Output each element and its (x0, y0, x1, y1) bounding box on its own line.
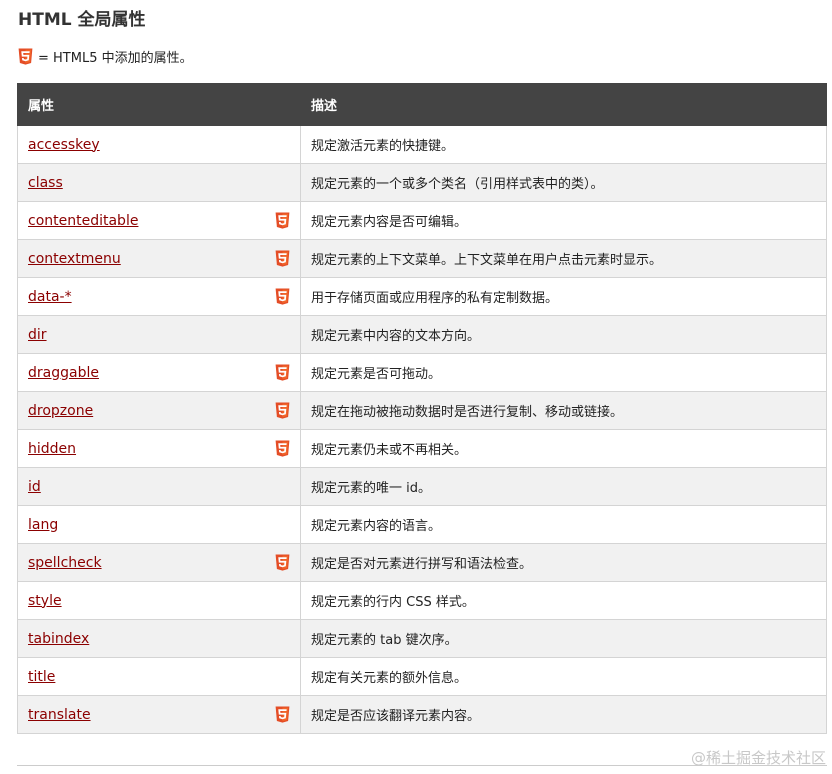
attribute-link-style[interactable]: style (28, 593, 62, 609)
attribute-link-hidden[interactable]: hidden (28, 441, 76, 457)
description-cell: 规定元素仍未或不再相关。 (300, 429, 827, 468)
attribute-cell: lang (17, 505, 301, 544)
page-title: HTML 全局属性 (18, 10, 146, 30)
column-header-attribute: 属性 (17, 83, 301, 126)
description-cell: 规定元素的行内 CSS 样式。 (300, 581, 827, 620)
table-row: tabindex 规定元素的 tab 键次序。 (17, 619, 827, 658)
attribute-link-dropzone[interactable]: dropzone (28, 403, 93, 419)
table-row: lang 规定元素内容的语言。 (17, 505, 827, 544)
description-cell: 规定元素中内容的文本方向。 (300, 315, 827, 354)
attribute-link-accesskey[interactable]: accesskey (28, 137, 100, 153)
html5-icon (275, 250, 290, 267)
attribute-link-dir[interactable]: dir (28, 327, 47, 343)
attribute-cell: translate (17, 695, 301, 734)
attribute-link-tabindex[interactable]: tabindex (28, 631, 89, 647)
table-row: hidden 规定元素仍未或不再相关。 (17, 429, 827, 468)
attribute-cell: style (17, 581, 301, 620)
description-cell: 规定是否对元素进行拼写和语法检查。 (300, 543, 827, 582)
html5-icon (275, 706, 290, 723)
description-cell: 规定元素的 tab 键次序。 (300, 619, 827, 658)
attribute-link-class[interactable]: class (28, 175, 63, 191)
attribute-cell: data-* (17, 277, 301, 316)
description-cell: 规定是否应该翻译元素内容。 (300, 695, 827, 734)
html5-icon (275, 554, 290, 571)
table-row: title 规定有关元素的额外信息。 (17, 657, 827, 696)
table-row: dir 规定元素中内容的文本方向。 (17, 315, 827, 354)
attribute-cell: contextmenu (17, 239, 301, 278)
description-cell: 规定元素内容的语言。 (300, 505, 827, 544)
attribute-link-lang[interactable]: lang (28, 517, 58, 533)
attribute-link-id[interactable]: id (28, 479, 41, 495)
html5-icon (275, 288, 290, 305)
attribute-cell: accesskey (17, 125, 301, 164)
description-cell: 规定元素的一个或多个类名（引用样式表中的类）。 (300, 163, 827, 202)
html5-legend: = HTML5 中添加的属性。 (18, 46, 193, 66)
legend-text: = HTML5 中添加的属性。 (38, 50, 193, 66)
table-row: contextmenu 规定元素的上下文菜单。上下文菜单在用户点击元素时显示。 (17, 239, 827, 278)
global-attributes-table: 属性 描述 accesskey 规定激活元素的快捷键。 class 规定元素的一… (17, 83, 827, 734)
attribute-cell: draggable (17, 353, 301, 392)
description-cell: 规定有关元素的额外信息。 (300, 657, 827, 696)
table-row: style 规定元素的行内 CSS 样式。 (17, 581, 827, 620)
description-cell: 规定在拖动被拖动数据时是否进行复制、移动或链接。 (300, 391, 827, 430)
html5-icon (275, 440, 290, 457)
attribute-link-title[interactable]: title (28, 669, 55, 685)
attribute-cell: spellcheck (17, 543, 301, 582)
attribute-link-contenteditable[interactable]: contenteditable (28, 213, 138, 229)
table-row: class 规定元素的一个或多个类名（引用样式表中的类）。 (17, 163, 827, 202)
table-row: draggable 规定元素是否可拖动。 (17, 353, 827, 392)
table-row: dropzone 规定在拖动被拖动数据时是否进行复制、移动或链接。 (17, 391, 827, 430)
attribute-cell: dir (17, 315, 301, 354)
table-row: accesskey 规定激活元素的快捷键。 (17, 125, 827, 164)
table-row: contenteditable 规定元素内容是否可编辑。 (17, 201, 827, 240)
attribute-cell: tabindex (17, 619, 301, 658)
description-cell: 规定元素的上下文菜单。上下文菜单在用户点击元素时显示。 (300, 239, 827, 278)
attribute-link-spellcheck[interactable]: spellcheck (28, 555, 102, 571)
description-cell: 规定元素是否可拖动。 (300, 353, 827, 392)
table-header-row: 属性 描述 (17, 83, 827, 126)
table-row: data-* 用于存储页面或应用程序的私有定制数据。 (17, 277, 827, 316)
attribute-cell: contenteditable (17, 201, 301, 240)
description-cell: 规定激活元素的快捷键。 (300, 125, 827, 164)
attribute-link-data[interactable]: data-* (28, 289, 72, 305)
watermark: @稀土掘金技术社区 (690, 749, 826, 767)
attribute-cell: class (17, 163, 301, 202)
description-cell: 规定元素的唯一 id。 (300, 467, 827, 506)
attribute-link-contextmenu[interactable]: contextmenu (28, 251, 121, 267)
html5-icon (275, 364, 290, 381)
description-cell: 规定元素内容是否可编辑。 (300, 201, 827, 240)
attribute-cell: id (17, 467, 301, 506)
attribute-cell: title (17, 657, 301, 696)
table-row: spellcheck 规定是否对元素进行拼写和语法检查。 (17, 543, 827, 582)
attribute-cell: dropzone (17, 391, 301, 430)
html5-icon (275, 212, 290, 229)
attribute-cell: hidden (17, 429, 301, 468)
description-cell: 用于存储页面或应用程序的私有定制数据。 (300, 277, 827, 316)
column-header-description: 描述 (300, 83, 827, 126)
table-body: accesskey 规定激活元素的快捷键。 class 规定元素的一个或多个类名… (17, 125, 827, 734)
table-row: translate 规定是否应该翻译元素内容。 (17, 695, 827, 734)
attribute-link-translate[interactable]: translate (28, 707, 91, 723)
html5-icon (275, 402, 290, 419)
table-row: id 规定元素的唯一 id。 (17, 467, 827, 506)
attribute-link-draggable[interactable]: draggable (28, 365, 99, 381)
html5-icon (18, 48, 33, 65)
